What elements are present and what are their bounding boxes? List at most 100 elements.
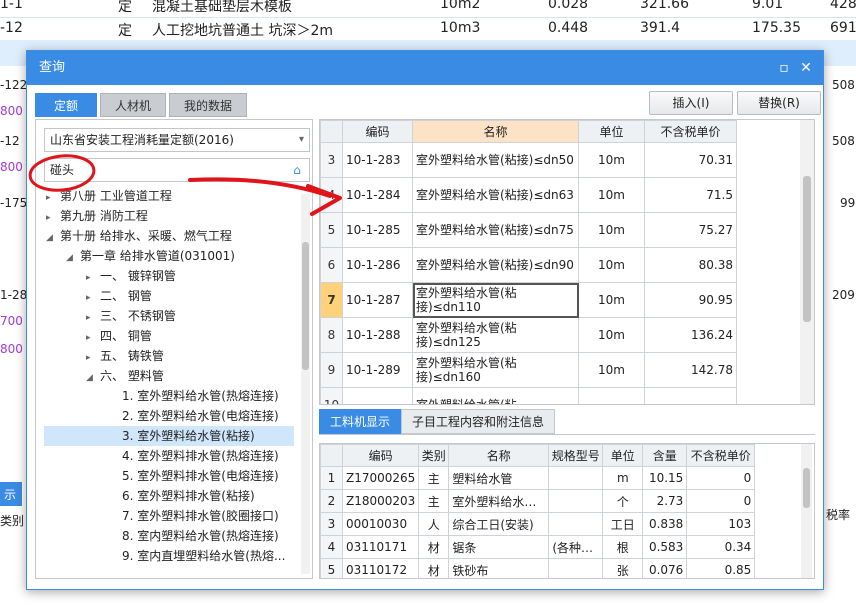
cell-price[interactable]: 136.24 — [644, 317, 737, 353]
tree-scrollbar-thumb[interactable] — [302, 242, 309, 370]
col-spec[interactable]: 规格型号 — [548, 444, 604, 467]
cell-code[interactable]: 03110172 — [341, 558, 420, 578]
cell-n[interactable]: 5 — [320, 558, 343, 578]
cell-code[interactable]: 03110171 — [341, 535, 420, 559]
cell-spec[interactable] — [548, 512, 604, 536]
cell-code[interactable]: 10-1-286 — [342, 247, 413, 283]
cell-n[interactable]: 4 — [320, 535, 343, 559]
table-row[interactable]: 3 10-1-283 室外塑料给水管(粘接)≤dn50 10m 70.31 — [320, 142, 737, 178]
cell-price[interactable]: 103 — [686, 512, 756, 536]
cell-name[interactable]: 室外塑料给水管(粘接)≤dn125 — [412, 317, 579, 353]
cell-unit[interactable]: 个 — [602, 489, 644, 513]
table-row[interactable]: 5 03110172 材铁砂布 张 0.076 0.85 — [320, 558, 756, 578]
cell-unit[interactable]: 工日 — [602, 512, 644, 536]
cell-spec[interactable] — [548, 558, 604, 578]
tree-node[interactable]: 3. 室外塑料给水管(粘接) — [44, 426, 294, 446]
cell-n[interactable]: 9 — [320, 352, 343, 388]
tab-materials[interactable]: 人材机 — [100, 93, 167, 117]
cell-unit[interactable]: 10m — [578, 247, 645, 283]
cell-code[interactable]: 10-1-284 — [342, 177, 413, 213]
cell-unit[interactable]: 张 — [602, 558, 644, 578]
col-price[interactable]: 不含税单价 — [686, 444, 756, 467]
cell-unit[interactable]: 根 — [602, 535, 644, 559]
cell-price[interactable]: 71.5 — [644, 177, 737, 213]
cell-spec[interactable] — [548, 489, 604, 513]
cell-code[interactable]: Z18000203 — [341, 489, 420, 513]
collapse-icon[interactable]: ◢ — [66, 248, 80, 268]
cell-n[interactable]: 2 — [320, 489, 343, 513]
tree-node[interactable]: 7. 室外塑料排水管(胶圈接口) — [122, 506, 279, 526]
chevron-down-icon[interactable]: ▾ — [299, 129, 304, 151]
tree-node[interactable]: 4. 室外塑料排水管(热熔连接) — [122, 446, 279, 466]
tree-node[interactable]: ▸ 一、 镀锌钢管 — [86, 266, 176, 286]
table-row[interactable]: 7 10-1-287 室外塑料给水管(粘接)≤dn110 10m 90.95 — [320, 282, 737, 318]
cell-unit[interactable]: 10m — [578, 177, 645, 213]
cell-name[interactable]: 锯条 — [448, 535, 550, 559]
table-row[interactable]: 6 10-1-286 室外塑料给水管(粘接)≤dn90 10m 80.38 — [320, 247, 737, 283]
search-input[interactable]: 碰头 ⌂ — [44, 158, 310, 182]
cell-unit[interactable]: 10m — [578, 352, 645, 388]
col-type[interactable]: 类别 — [418, 444, 450, 467]
col-code[interactable]: 编码 — [341, 444, 420, 467]
cell-price[interactable]: 0.34 — [686, 535, 756, 559]
cell-n[interactable]: 8 — [320, 317, 343, 353]
library-select[interactable]: 山东省安装工程消耗量定额(2016) ▾ — [44, 128, 310, 152]
expand-icon[interactable]: ▸ — [86, 348, 100, 368]
cell-n[interactable]: 4 — [320, 177, 343, 213]
cell-n[interactable]: 3 — [320, 142, 343, 178]
cell-price[interactable]: 0 — [686, 466, 756, 490]
cell-price[interactable]: 0.85 — [686, 558, 756, 578]
tree-scrollbar[interactable] — [301, 194, 310, 574]
tree-node[interactable]: 8. 室内塑料给水管(热熔连接) — [122, 526, 279, 546]
table-row[interactable]: 4 10-1-284 室外塑料给水管(粘接)≤dn63 10m 71.5 — [320, 177, 737, 213]
materials-scrollbar[interactable] — [801, 444, 812, 578]
table-row[interactable]: 3 00010030 人综合工日(安装) 工日 0.838 103 — [320, 512, 756, 536]
cell-code[interactable]: 00010030 — [341, 512, 420, 536]
dialog-titlebar[interactable]: 查询 ▫ ✕ — [27, 51, 823, 85]
tree-node[interactable]: 5. 室外塑料排水管(电熔连接) — [122, 466, 279, 486]
cell-type[interactable]: 主 — [418, 489, 450, 513]
cell-price[interactable]: 0 — [686, 489, 756, 513]
table-row[interactable]: 8 10-1-288 室外塑料给水管(粘接)≤dn125 10m 136.24 — [320, 317, 737, 353]
cell-code[interactable]: Z17000265 — [341, 466, 420, 490]
table-row[interactable]: 2 Z18000203 主室外塑料给水… 个 2.73 0 — [320, 489, 756, 513]
cell-qty[interactable]: 10.15 — [642, 466, 688, 490]
col-unit[interactable]: 单位 — [602, 444, 644, 467]
cell-n[interactable]: 5 — [320, 212, 343, 248]
tab-my-data[interactable]: 我的数据 — [169, 93, 248, 117]
collapse-icon[interactable]: ◢ — [86, 368, 100, 388]
cell-name[interactable]: 铁砂布 — [448, 558, 550, 578]
cell-unit[interactable]: 10m — [578, 317, 645, 353]
cell-name[interactable]: 室外塑料给水管(粘接)≤dn160 — [412, 352, 579, 388]
tree-node[interactable]: ◢ 第一章 给排水管道(031001) — [66, 246, 235, 266]
cell-code[interactable]: 10-1-289 — [342, 352, 413, 388]
expand-icon[interactable]: ▸ — [86, 288, 100, 308]
cell-price[interactable]: 142.78 — [644, 352, 737, 388]
cell-price[interactable]: 75.27 — [644, 212, 737, 248]
grid-scrollbar-thumb[interactable] — [803, 176, 811, 322]
cell-price[interactable]: 80.38 — [644, 247, 737, 283]
table-row[interactable]: 4 03110171 材锯条 (各种… 根 0.583 0.34 — [320, 535, 756, 559]
tree-node[interactable]: ◢ 六、 塑料管 — [86, 366, 164, 386]
cell-type[interactable]: 主 — [418, 466, 450, 490]
cell-code[interactable]: 10-1-283 — [342, 142, 413, 178]
cell-unit[interactable]: 10m — [578, 142, 645, 178]
tab-work-content[interactable]: 子目工程内容和附注信息 — [401, 409, 556, 434]
tree-node[interactable]: 9. 室内直埋塑料给水管(热熔... — [122, 546, 285, 566]
expand-icon[interactable]: ▸ — [86, 308, 100, 328]
tree-node[interactable]: ▸ 二、 钢管 — [86, 286, 152, 306]
cell-qty[interactable]: 0.076 — [642, 558, 688, 578]
grid-scrollbar[interactable] — [800, 120, 814, 404]
insert-button[interactable]: 插入(I) — [649, 91, 733, 115]
tree-node[interactable]: ▸ 五、 铸铁管 — [86, 346, 164, 366]
expand-icon[interactable]: ▸ — [86, 328, 100, 348]
cell-code[interactable]: 10-1-287 — [342, 282, 413, 318]
cell-n[interactable]: 7 — [320, 282, 343, 318]
cell-name[interactable]: 室外塑料给水管(粘接)≤dn110 — [412, 282, 579, 318]
tree-node[interactable]: 6. 室外塑料排水管(粘接) — [122, 486, 255, 506]
cell-unit[interactable]: 10m — [578, 282, 645, 318]
cell-unit[interactable]: m — [602, 466, 644, 490]
replace-button[interactable]: 替换(R) — [737, 91, 821, 115]
cell-spec[interactable] — [548, 466, 604, 490]
col-name[interactable]: 名称 — [412, 120, 579, 143]
